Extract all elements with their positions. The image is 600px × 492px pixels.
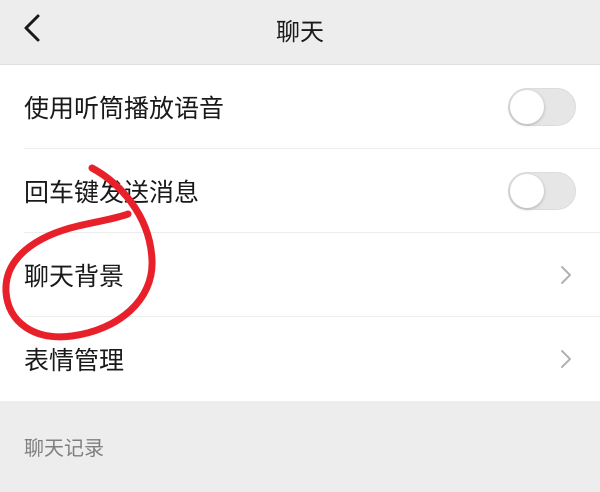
enter-to-send-switch[interactable] [508, 172, 576, 210]
setting-chat-background[interactable]: 聊天背景 [0, 233, 600, 317]
earpiece-playback-switch[interactable] [508, 88, 576, 126]
chevron-right-icon [561, 266, 571, 284]
setting-earpiece-playback[interactable]: 使用听筒播放语音 [0, 65, 600, 149]
chat-settings-screen: 聊天 使用听筒播放语音 回车键发送消息 聊天背景 表情管理 聊天记录 [0, 0, 600, 492]
setting-label: 使用听筒播放语音 [24, 94, 225, 123]
setting-sticker-management[interactable]: 表情管理 [0, 317, 600, 401]
navigation-bar: 聊天 [0, 0, 600, 65]
setting-label: 表情管理 [24, 346, 125, 375]
switch-knob [510, 174, 544, 208]
chat-history-section-header: 聊天记录 [24, 436, 104, 460]
setting-enter-to-send[interactable]: 回车键发送消息 [0, 149, 600, 233]
setting-label: 回车键发送消息 [24, 178, 200, 207]
settings-group: 使用听筒播放语音 回车键发送消息 聊天背景 表情管理 [0, 65, 600, 401]
switch-knob [510, 90, 544, 124]
page-title: 聊天 [276, 18, 324, 46]
chevron-right-icon [561, 350, 571, 368]
setting-label: 聊天背景 [24, 262, 125, 291]
